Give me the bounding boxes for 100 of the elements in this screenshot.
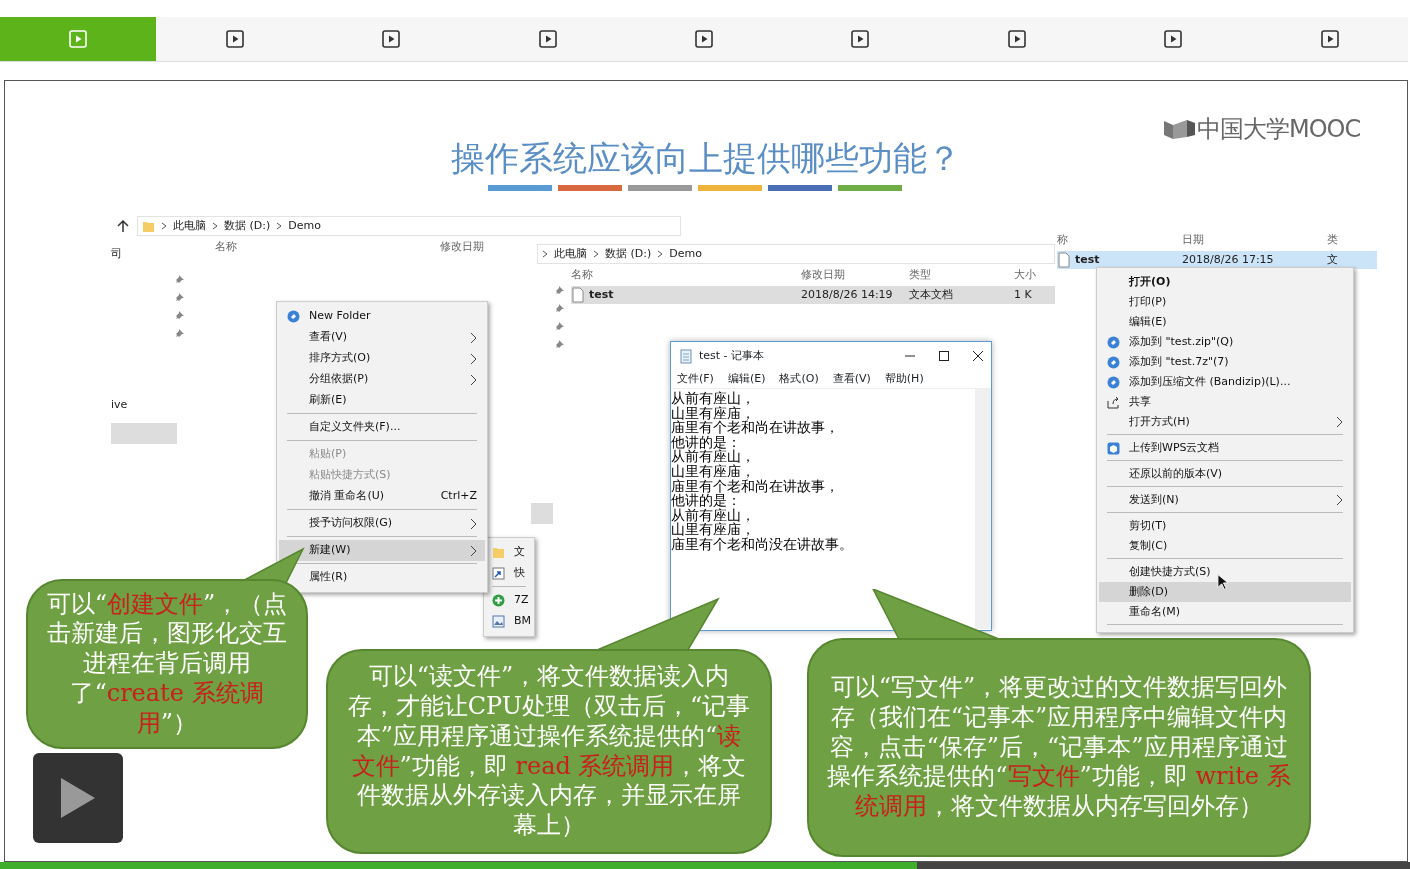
- speech-bubble: 可以“创建文件”，（点击新建后，图形化交互进程在背后调用了“create 系统调用”）: [26, 579, 308, 749]
- share-icon: [1107, 396, 1120, 409]
- text-line: 他讲的是：: [671, 493, 741, 508]
- menu-item[interactable]: 撤消 重命名(U) Ctrl+Z: [279, 486, 485, 507]
- menu-item[interactable]: 复制(C): [1099, 536, 1351, 556]
- column-header[interactable]: 类型: [909, 266, 1014, 284]
- breadcrumb-bar[interactable]: 此电脑 数据 (D:) Demo: [137, 216, 681, 236]
- play-button[interactable]: [33, 753, 123, 843]
- menu-item[interactable]: 编辑(E): [1099, 312, 1351, 332]
- video-tab[interactable]: [0, 17, 157, 61]
- breadcrumb-item[interactable]: 此电脑: [173, 217, 206, 235]
- menu-item[interactable]: New Folder: [279, 306, 485, 327]
- menu-item[interactable]: 分组依据(P): [279, 369, 485, 390]
- breadcrumb-item[interactable]: Demo: [669, 245, 702, 263]
- breadcrumb-item[interactable]: 此电脑: [554, 245, 587, 263]
- play-icon: [1006, 29, 1027, 49]
- menu-item[interactable]: 删除(D): [1099, 582, 1351, 602]
- text-line: 庙里有个老和尚在讲故事，: [671, 478, 840, 494]
- menu-item[interactable]: 剪切(T): [1099, 516, 1351, 536]
- logo-text: 中国大学MOOC: [1197, 114, 1361, 145]
- menu-item[interactable]: 添加到 "test.zip"(Q): [1099, 332, 1351, 352]
- nav-item[interactable]: 司: [111, 246, 191, 263]
- file-row[interactable]: test 2018/8/26 14:19 文本文档 1 K: [571, 286, 1055, 304]
- cube-icon: [1107, 442, 1120, 455]
- table-cell-text: 1 K: [1014, 286, 1032, 303]
- column-header[interactable]: 大小: [1014, 266, 1054, 284]
- table-cell-text: test: [1075, 251, 1100, 268]
- breadcrumb-item[interactable]: Demo: [288, 217, 321, 235]
- menu-item[interactable]: 排序方式(O): [279, 348, 485, 369]
- column-header[interactable]: 名称: [215, 238, 440, 256]
- folder-icon: [492, 546, 505, 559]
- breadcrumb-bar[interactable]: 此电脑 数据 (D:) Demo: [537, 244, 1055, 264]
- menu-item[interactable]: BM: [484, 611, 534, 632]
- progress-track[interactable]: [0, 862, 1410, 869]
- menu-item[interactable]: 重命名(M): [1099, 602, 1351, 622]
- menu-item[interactable]: 打开方式(H): [1099, 412, 1351, 432]
- pin-icon: [555, 320, 565, 330]
- menu-item[interactable]: 还原以前的版本(V): [1099, 464, 1351, 484]
- menu-item[interactable]: 添加到 "test.7z"(7): [1099, 352, 1351, 372]
- nav-item[interactable]: ive: [111, 396, 191, 413]
- menu-item[interactable]: 打开(O): [1099, 272, 1351, 292]
- text-line: 他讲的是：: [671, 434, 741, 450]
- shortcut-icon: [492, 567, 505, 580]
- text-line: 庙里有个老和尚在讲故事，: [671, 420, 840, 435]
- folder-icon: [142, 219, 155, 233]
- nav-selection: [111, 423, 177, 444]
- text-line: 从前有座山，: [671, 391, 756, 406]
- table-cell-text: test: [589, 286, 614, 303]
- play-icon: [693, 29, 714, 49]
- close-icon: [973, 351, 983, 361]
- menu-item[interactable]: 打印(P): [1099, 292, 1351, 312]
- play-icon: [1319, 29, 1340, 49]
- play-icon: [68, 29, 89, 49]
- menu-item[interactable]: 文: [484, 542, 534, 563]
- slide-title: 操作系统应该向上提供哪些功能？: [450, 137, 962, 180]
- chevron-icon: [276, 222, 283, 230]
- menu-item[interactable]: 新建(W): [279, 540, 485, 561]
- menu-item[interactable]: 文件(F): [677, 370, 714, 388]
- menu-item[interactable]: 授予访问权限(G): [279, 513, 485, 534]
- table-cell-text: 文: [1327, 251, 1338, 268]
- column-header[interactable]: 名称: [571, 266, 801, 284]
- pin-icon: [555, 284, 565, 294]
- column-header[interactable]: 称: [1057, 231, 1182, 249]
- menu-item[interactable]: 创建快捷方式(S): [1099, 562, 1351, 582]
- breadcrumb-item[interactable]: 数据 (D:): [605, 245, 652, 263]
- menu-item[interactable]: 添加到压缩文件 (Bandizip)(L)...: [1099, 372, 1351, 392]
- file-row[interactable]: test 2018/8/26 17:15 文: [1057, 251, 1377, 269]
- pin-icon: [555, 302, 565, 312]
- column-header[interactable]: 修改日期: [440, 238, 520, 256]
- table-cell-text: 2018/8/26 17:15: [1182, 251, 1274, 268]
- menu-item[interactable]: 刷新(E): [279, 390, 485, 411]
- text-line: 从前有座山，: [671, 507, 756, 523]
- chevron-right-icon: [470, 331, 477, 344]
- image-file-icon: [492, 615, 505, 628]
- menu-item[interactable]: 发送到(N): [1099, 490, 1351, 510]
- menu-item[interactable]: 格式(O): [779, 370, 819, 388]
- menu-item[interactable]: 帮助(H): [884, 370, 924, 388]
- menu-item[interactable]: 编辑(E): [727, 370, 766, 388]
- up-arrow-icon: [117, 219, 129, 233]
- text-line: 山里有座庙，: [671, 463, 756, 479]
- scrollbar[interactable]: [975, 389, 991, 629]
- menu-item[interactable]: 快: [484, 563, 534, 584]
- menu-item[interactable]: 7Z: [484, 590, 534, 611]
- play-icon: [381, 29, 402, 49]
- chevron-right-icon: [470, 517, 477, 530]
- menu-item[interactable]: 查看(V): [279, 327, 485, 348]
- menu-item[interactable]: 查看(V): [832, 370, 871, 388]
- menu-item[interactable]: 自定义文件夹(F)...: [279, 417, 485, 438]
- book-icon: [1163, 117, 1195, 141]
- menu-item[interactable]: 共享: [1099, 392, 1351, 412]
- column-header[interactable]: 日期: [1182, 231, 1327, 249]
- column-header[interactable]: 类: [1327, 231, 1377, 249]
- text-line: 山里有座庙，: [671, 405, 756, 421]
- text-line: 从前有座山，: [671, 449, 756, 464]
- menu-item[interactable]: 上传到WPS云文档: [1099, 438, 1351, 458]
- breadcrumb-item[interactable]: 数据 (D:): [224, 217, 271, 235]
- maximize-icon: [939, 351, 949, 361]
- column-header[interactable]: 修改日期: [801, 266, 909, 284]
- chevron-right-icon: [470, 373, 477, 386]
- mouse-cursor-icon: [1217, 573, 1229, 591]
